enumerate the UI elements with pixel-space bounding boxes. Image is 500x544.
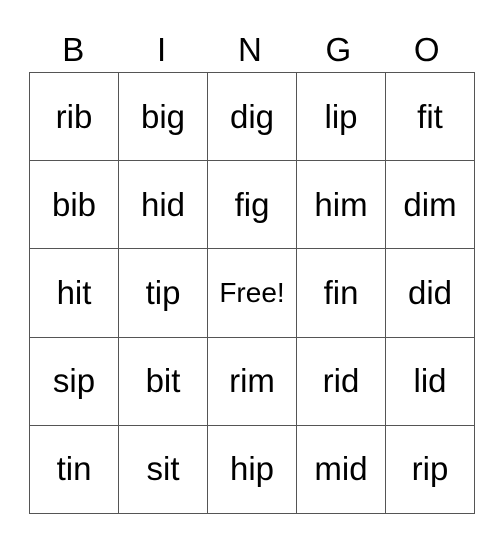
bingo-cell[interactable]: dig	[207, 71, 297, 162]
bingo-cell[interactable]: tip	[118, 248, 208, 338]
bingo-cell[interactable]: bit	[118, 336, 208, 426]
bingo-cell[interactable]: rim	[207, 336, 297, 426]
bingo-cell[interactable]: rid	[296, 336, 386, 426]
bingo-cell[interactable]: rip	[385, 424, 475, 515]
bingo-cell[interactable]: mid	[296, 424, 386, 515]
bingo-row: rib big dig lip fit	[29, 71, 475, 162]
bingo-cell[interactable]: big	[118, 71, 208, 162]
header-letter-b: B	[62, 31, 85, 68]
bingo-card: rib big dig lip fit bib hid fig him dim hit tip Free…	[29, 71, 475, 515]
bingo-cell[interactable]: fin	[296, 248, 386, 338]
bingo-cell[interactable]: sip	[29, 336, 119, 426]
bingo-cell[interactable]: rib	[29, 71, 119, 162]
free-space[interactable]: Free!	[207, 248, 297, 338]
header-letter-i: I	[157, 31, 167, 68]
bingo-row: sip bit rim rid lid	[29, 336, 475, 426]
bingo-row: hit tip Free! fin did	[29, 248, 475, 338]
bingo-row: bib hid fig him dim	[29, 160, 475, 250]
bingo-cell[interactable]: him	[296, 160, 386, 250]
bingo-cell[interactable]: hid	[118, 160, 208, 250]
bingo-cell[interactable]: dim	[385, 160, 475, 250]
bingo-cell[interactable]: sit	[118, 424, 208, 515]
bingo-cell[interactable]: hit	[29, 248, 119, 338]
header-letter-n: N	[238, 31, 262, 68]
bingo-cell[interactable]: did	[385, 248, 475, 338]
bingo-cell[interactable]: bib	[29, 160, 119, 250]
bingo-cell[interactable]: hip	[207, 424, 297, 515]
bingo-cell[interactable]: tin	[29, 424, 119, 515]
bingo-row: tin sit hip mid rip	[29, 424, 475, 515]
bingo-cell[interactable]: fig	[207, 160, 297, 250]
bingo-header: B I N G O	[29, 28, 471, 72]
header-letter-o: O	[413, 31, 440, 68]
bingo-cell[interactable]: lip	[296, 71, 386, 162]
bingo-cell[interactable]: fit	[385, 71, 475, 162]
header-letter-g: G	[325, 31, 352, 68]
bingo-cell[interactable]: lid	[385, 336, 475, 426]
